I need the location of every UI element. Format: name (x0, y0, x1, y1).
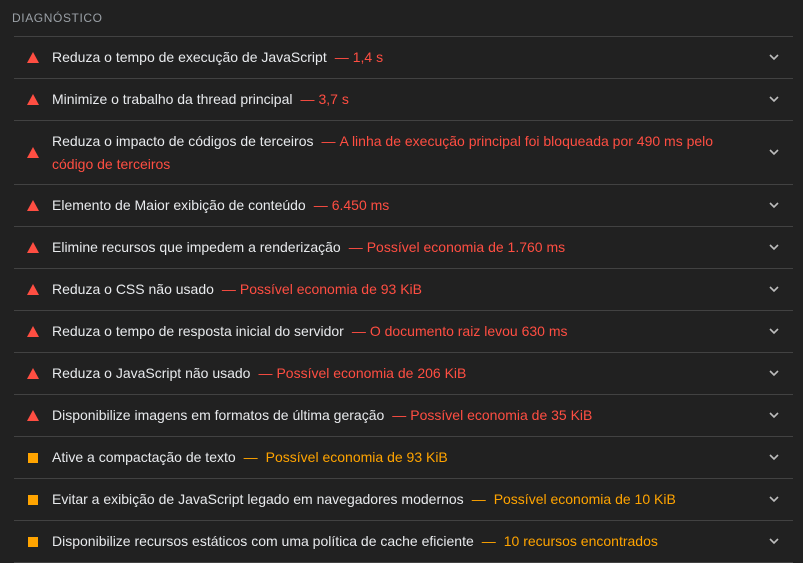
audit-title: Elemento de Maior exibição de conteúdo (52, 197, 306, 213)
audit-title: Ative a compactação de texto (52, 449, 236, 465)
audit-separator: — (392, 407, 407, 423)
audit-display-value: 3,7 s (318, 91, 349, 107)
audit-item[interactable]: Reduza o impacto de códigos de terceiros… (14, 121, 793, 185)
audit-title: Reduza o CSS não usado (52, 281, 214, 297)
audit-separator: — (321, 132, 336, 149)
audit-title: Reduza o tempo de execução de JavaScript (52, 49, 327, 65)
audit-title: Reduza o tempo de resposta inicial do se… (52, 323, 344, 339)
audit-title: Evitar a exibição de JavaScript legado e… (52, 491, 464, 507)
chevron-down-icon[interactable] (769, 147, 779, 157)
triangle-warning-icon (26, 242, 40, 253)
triangle-warning-icon (26, 200, 40, 211)
audit-display-value: Possível economia de 206 KiB (276, 365, 467, 381)
triangle-warning-icon (26, 326, 40, 337)
audit-item[interactable]: Evitar a exibição de JavaScript legado e… (14, 479, 793, 521)
triangle-warning-icon (26, 284, 40, 295)
diagnostics-list: Reduza o tempo de execução de JavaScript… (14, 36, 793, 563)
audit-item[interactable]: Disponibilize recursos estáticos com uma… (14, 521, 793, 563)
square-average-icon (26, 494, 40, 505)
audit-title: Reduza o JavaScript não usado (52, 365, 251, 381)
audit-title: Minimize o trabalho da thread principal (52, 91, 293, 107)
triangle-warning-icon (26, 94, 40, 105)
audit-title: Elimine recursos que impedem a renderiza… (52, 239, 341, 255)
triangle-warning-icon (26, 410, 40, 421)
audit-item[interactable]: Elimine recursos que impedem a renderiza… (14, 227, 793, 269)
audit-separator: — (481, 533, 496, 549)
section-title: DIAGNÓSTICO (12, 11, 103, 25)
audit-display-value: Possível economia de 1.760 ms (366, 239, 566, 255)
chevron-down-icon[interactable] (769, 242, 779, 252)
audit-title: Reduza o impacto de códigos de terceiros (52, 132, 314, 149)
audit-separator: — (313, 197, 328, 213)
audit-separator: — (334, 49, 349, 65)
audit-separator: — (243, 449, 258, 465)
audit-display-value: Possível economia de 93 KiB (265, 449, 448, 465)
chevron-down-icon[interactable] (769, 536, 779, 546)
audit-display-value: Possível economia de 10 KiB (493, 491, 676, 507)
audit-display-value: 1,4 s (352, 49, 384, 65)
audit-display-value: 10 recursos encontrados (503, 533, 658, 549)
chevron-down-icon[interactable] (769, 452, 779, 462)
audit-display-value: Possível economia de 93 KiB (239, 281, 422, 297)
audit-separator: — (221, 281, 236, 297)
audit-separator: — (300, 91, 315, 107)
audit-item[interactable]: Reduza o CSS não usado — Possível economia… (14, 269, 793, 311)
chevron-down-icon[interactable] (769, 200, 779, 210)
audit-item[interactable]: Reduza o tempo de resposta inicial do se… (14, 311, 793, 353)
audit-item[interactable]: Reduza o tempo de execução de JavaScript… (14, 37, 793, 79)
audit-display-value: 6.450 ms (331, 197, 390, 213)
square-average-icon (26, 452, 40, 463)
chevron-down-icon[interactable] (769, 52, 779, 62)
triangle-warning-icon (26, 147, 40, 158)
audit-item[interactable]: Ative a compactação de texto — Possível ec… (14, 437, 793, 479)
chevron-down-icon[interactable] (769, 494, 779, 504)
chevron-down-icon[interactable] (769, 410, 779, 420)
square-average-icon (26, 536, 40, 547)
audit-title: Disponibilize recursos estáticos com uma… (52, 533, 474, 549)
triangle-warning-icon (26, 368, 40, 379)
chevron-down-icon[interactable] (769, 284, 779, 294)
triangle-warning-icon (26, 52, 40, 63)
audit-separator: — (348, 239, 363, 255)
audit-separator: — (471, 491, 486, 507)
audit-display-value: Possível economia de 35 KiB (410, 407, 593, 423)
audit-display-value: O documento raiz levou 630 ms (369, 323, 568, 339)
audit-item[interactable]: Reduza o JavaScript não usado — Possível e… (14, 353, 793, 395)
audit-separator: — (351, 323, 366, 339)
chevron-down-icon[interactable] (769, 326, 779, 336)
audit-item[interactable]: Minimize o trabalho da thread principal —… (14, 79, 793, 121)
audit-item[interactable]: Disponibilize imagens em formatos de últ… (14, 395, 793, 437)
chevron-down-icon[interactable] (769, 94, 779, 104)
audit-separator: — (258, 365, 273, 381)
audit-item[interactable]: Elemento de Maior exibição de conteúdo —6… (14, 185, 793, 227)
chevron-down-icon[interactable] (769, 368, 779, 378)
audit-title: Disponibilize imagens em formatos de últ… (52, 407, 385, 423)
